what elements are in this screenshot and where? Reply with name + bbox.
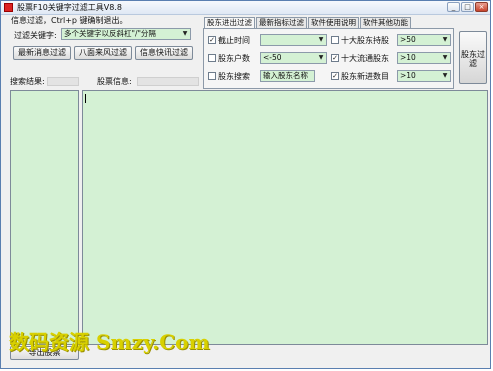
maximize-button[interactable]: □ — [461, 2, 474, 12]
title-bar: 股票F10关键字过滤工具V8.8 _ □ × — [1, 1, 490, 15]
chevron-down-icon[interactable]: ▼ — [441, 53, 449, 63]
new-holders-select[interactable]: >10 ▼ — [397, 70, 451, 82]
stock-info-panel[interactable] — [82, 90, 488, 345]
search-results-count — [47, 77, 79, 86]
chevron-down-icon[interactable]: ▼ — [181, 29, 189, 39]
checkbox-unchecked-icon — [208, 72, 216, 80]
holder-search-input[interactable]: 输入股东名称 — [260, 70, 315, 82]
chevron-down-icon[interactable]: ▼ — [441, 71, 449, 81]
checkbox-checked-icon: ✓ — [331, 72, 339, 80]
search-results-list[interactable] — [10, 90, 79, 345]
keyword-input[interactable]: 多个关键字以反斜杠"/"分隔 ▼ — [61, 28, 191, 40]
holder-filter-panel: ✓ 截止时间 ▼ 股东户数 <-50 ▼ 股东搜索 输入股东名称 十大股东持股 … — [203, 28, 454, 89]
stock-info-label: 股票信息: — [97, 77, 132, 86]
close-button[interactable]: × — [475, 2, 488, 12]
keyword-label: 过滤关键字: — [14, 31, 57, 40]
holder-filter-button[interactable]: 股东过滤 — [459, 31, 487, 84]
window-controls: _ □ × — [447, 2, 488, 12]
cutoff-time-select[interactable]: ▼ — [260, 34, 327, 46]
app-icon — [4, 3, 13, 12]
checkbox-unchecked-icon — [331, 36, 339, 44]
latest-news-filter-button[interactable]: 最新消息过滤 — [13, 46, 71, 60]
checkbox-checked-icon: ✓ — [331, 54, 339, 62]
keyword-value: 多个关键字以反斜杠"/"分隔 — [64, 29, 156, 38]
text-caret — [85, 94, 86, 103]
checkbox-unchecked-icon — [208, 54, 216, 62]
chevron-down-icon[interactable]: ▼ — [317, 53, 325, 63]
watermark: 数码资源 Smzy.Com — [9, 330, 210, 354]
top10-float-checkbox[interactable]: ✓ 十大流通股东 — [331, 53, 389, 63]
minimize-button[interactable]: _ — [447, 2, 460, 12]
holder-count-checkbox[interactable]: 股东户数 — [208, 53, 250, 63]
tab-other-features[interactable]: 软件其他功能 — [360, 17, 411, 28]
tab-usage-guide[interactable]: 软件使用说明 — [308, 17, 359, 28]
holder-search-checkbox[interactable]: 股东搜索 — [208, 71, 250, 81]
tab-holder-filter[interactable]: 股东进出过滤 — [204, 17, 255, 28]
info-flash-filter-button[interactable]: 信息快讯过滤 — [135, 46, 193, 60]
search-results-label: 搜索结果: — [10, 77, 45, 86]
chevron-down-icon[interactable]: ▼ — [317, 35, 325, 45]
holder-count-select[interactable]: <-50 ▼ — [260, 52, 327, 64]
stock-info-code — [137, 77, 199, 86]
app-window: 股票F10关键字过滤工具V8.8 _ □ × 信息过滤，Ctrl+p 键确制退出… — [0, 0, 491, 369]
top10-float-select[interactable]: >10 ▼ — [397, 52, 451, 64]
top10-holders-checkbox[interactable]: 十大股东持股 — [331, 35, 389, 45]
cutoff-time-checkbox[interactable]: ✓ 截止时间 — [208, 35, 250, 45]
bamian-filter-button[interactable]: 八面来风过滤 — [74, 46, 132, 60]
window-title: 股票F10关键字过滤工具V8.8 — [17, 3, 122, 12]
chevron-down-icon[interactable]: ▼ — [441, 35, 449, 45]
tab-strip: 股东进出过滤 最新指标过滤 软件使用说明 软件其他功能 — [204, 17, 412, 28]
menu-hint: 信息过滤，Ctrl+p 键确制退出。 — [11, 16, 128, 25]
tab-indicator-filter[interactable]: 最新指标过滤 — [256, 17, 307, 28]
checkbox-checked-icon: ✓ — [208, 36, 216, 44]
new-holders-checkbox[interactable]: ✓ 股东新进数目 — [331, 71, 389, 81]
top10-holders-select[interactable]: >50 ▼ — [397, 34, 451, 46]
